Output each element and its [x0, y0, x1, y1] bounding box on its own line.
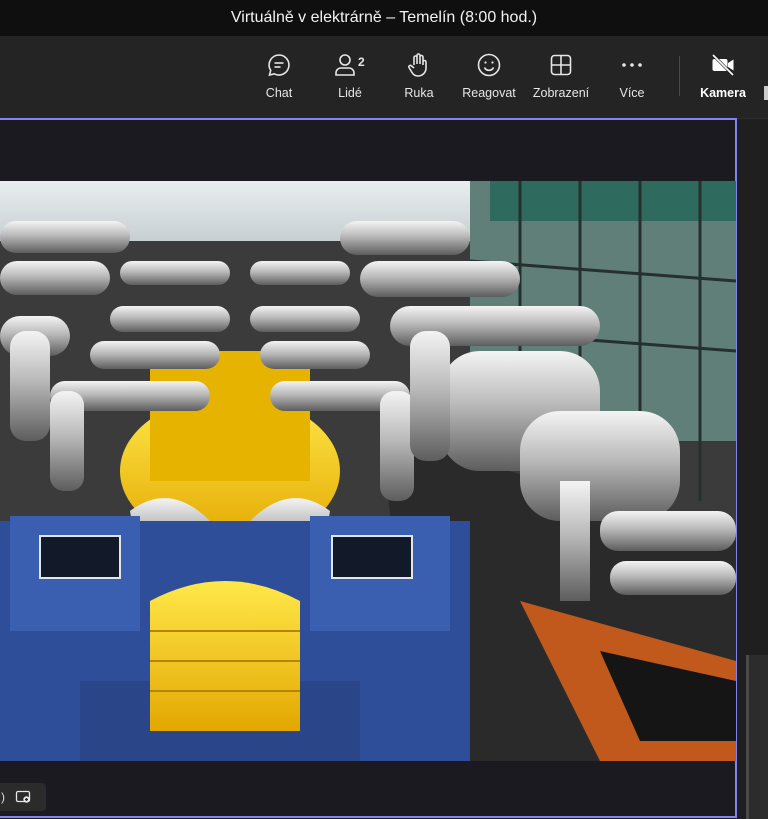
- grid-view-icon: [550, 54, 572, 76]
- people-count: 2: [358, 55, 365, 69]
- raised-hand-icon: [408, 53, 427, 77]
- scrollbar-track: [746, 655, 749, 819]
- camera-button[interactable]: Kamera: [697, 36, 749, 118]
- stage-scrollbar[interactable]: [746, 655, 768, 819]
- participant-name-fragment: ): [1, 790, 5, 804]
- meeting-toolbar: Chat 2 Lidé Ruka Reagovat Zobrazení Více…: [0, 36, 768, 119]
- camera-off-icon: [711, 53, 735, 77]
- view-button[interactable]: Zobrazení: [529, 36, 593, 118]
- window-titlebar: Virtuálně v elektrárně – Temelín (8:00 h…: [0, 0, 768, 36]
- chat-button[interactable]: Chat: [261, 36, 297, 118]
- more-button[interactable]: Více: [614, 36, 650, 118]
- window-title: Virtuálně v elektrárně – Temelín (8:00 h…: [230, 9, 538, 26]
- chat-label: Chat: [265, 86, 293, 100]
- people-button[interactable]: 2 Lidé: [330, 36, 370, 118]
- people-label: Lidé: [338, 86, 362, 100]
- toolbar-divider: [679, 56, 680, 96]
- smiley-icon: [477, 53, 501, 77]
- chat-icon: [268, 54, 290, 77]
- camera-label: Kamera: [700, 86, 746, 100]
- view-label: Zobrazení: [532, 86, 590, 100]
- people-icon: [335, 54, 355, 76]
- raise-hand-button[interactable]: Ruka: [402, 36, 436, 118]
- react-button[interactable]: Reagovat: [459, 36, 519, 118]
- screen-share-icon: [15, 790, 31, 803]
- react-label: Reagovat: [462, 86, 516, 100]
- participant-name-chip: ): [0, 783, 46, 811]
- raise-hand-label: Ruka: [404, 86, 434, 100]
- offscreen-button-edge[interactable]: [764, 86, 768, 100]
- more-label: Více: [619, 86, 645, 100]
- more-dots-icon: [622, 63, 642, 67]
- shared-video-feed: [0, 181, 736, 761]
